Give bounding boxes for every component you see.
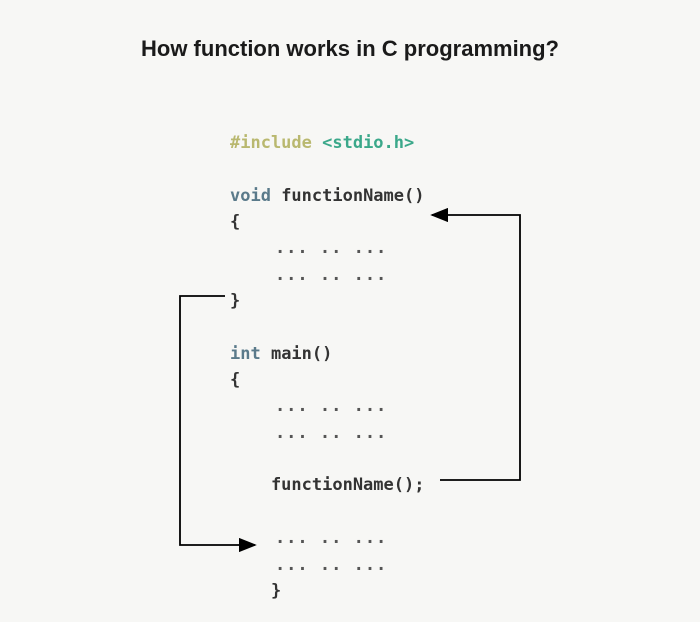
function-name: functionName() [271, 186, 425, 206]
open-brace-line: { [230, 367, 424, 393]
body-dots-line: ... .. ... [230, 552, 424, 578]
blank-line [230, 499, 424, 525]
main-decl-line: int main() [230, 341, 424, 367]
function-call-line: functionName(); [230, 472, 424, 498]
call-to-function-arrow [432, 215, 520, 480]
include-line: #include <stdio.h> [230, 130, 424, 156]
main-name: main() [261, 344, 333, 364]
void-keyword: void [230, 186, 271, 206]
int-keyword: int [230, 344, 261, 364]
body-dots-line: ... .. ... [230, 525, 424, 551]
body-dots-line: ... .. ... [230, 393, 424, 419]
include-header: <stdio.h> [322, 133, 414, 153]
body-dots-line: ... .. ... [230, 262, 424, 288]
body-dots-line: ... .. ... [230, 235, 424, 261]
blank-line [230, 446, 424, 472]
close-brace-line: } [230, 578, 424, 604]
blank-line [230, 314, 424, 340]
func-decl-line: void functionName() [230, 183, 424, 209]
include-keyword: #include [230, 133, 322, 153]
close-brace-line: } [230, 288, 424, 314]
code-block: #include <stdio.h> void functionName() {… [230, 130, 424, 604]
body-dots-line: ... .. ... [230, 420, 424, 446]
diagram-title: How function works in C programming? [141, 36, 559, 62]
open-brace-line: { [230, 209, 424, 235]
blank-line [230, 156, 424, 182]
